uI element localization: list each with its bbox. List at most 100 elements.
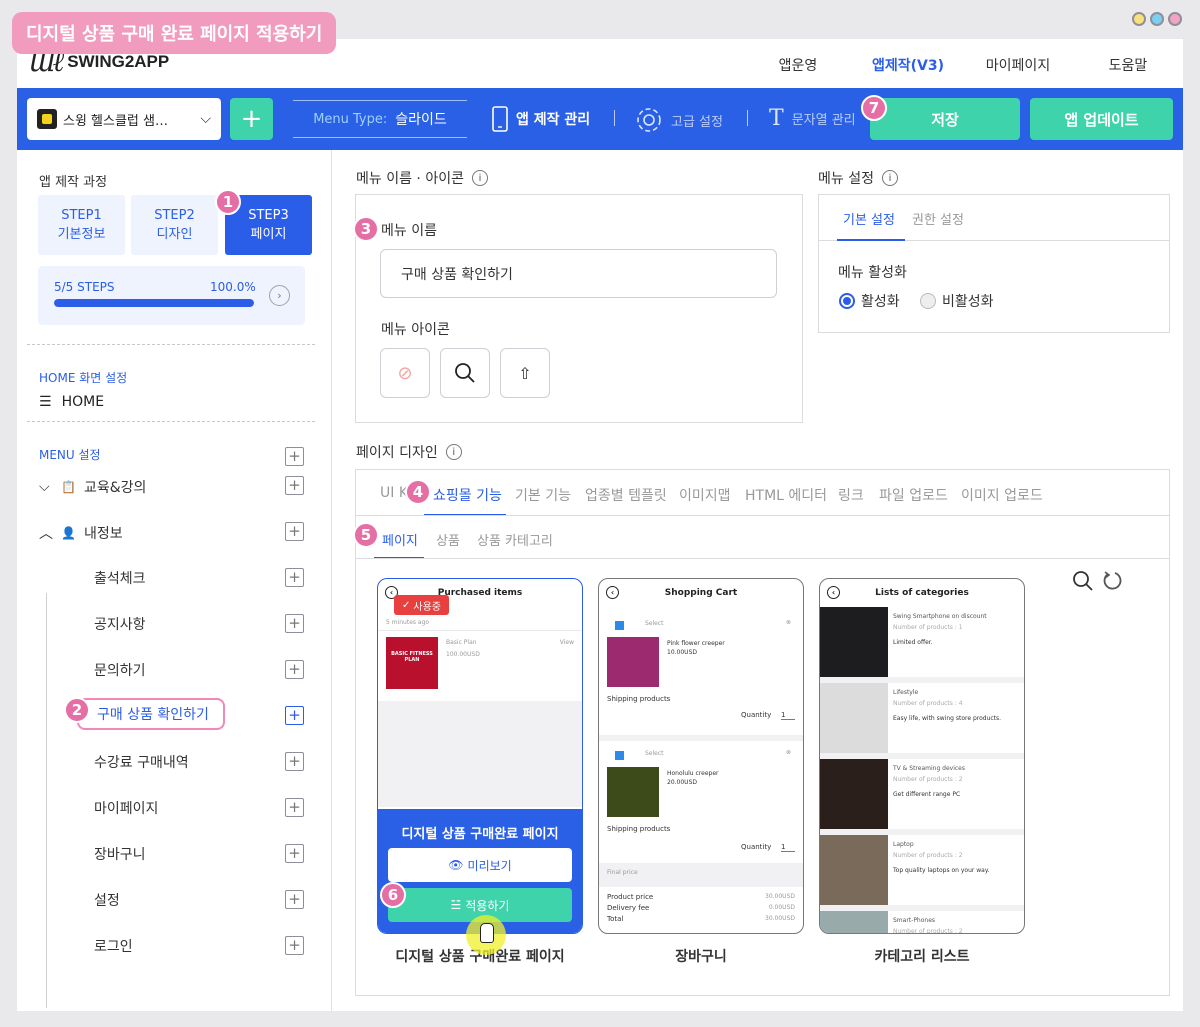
menu-icon-label: 메뉴 아이콘 (381, 322, 450, 338)
tab-file-upload[interactable]: 파일 업로드 (879, 485, 948, 505)
search-icon[interactable] (1072, 570, 1094, 592)
add-submenu-icon[interactable]: + (285, 752, 304, 771)
chevron-right-icon[interactable]: › (269, 285, 290, 306)
add-submenu-icon[interactable]: + (285, 936, 304, 955)
add-app-button[interactable]: + (230, 98, 273, 140)
tab-basic-settings[interactable]: 기본 설정 (843, 209, 895, 228)
app-manage-tab[interactable]: 앱 제작 관리 (492, 106, 590, 132)
subtab-product-category[interactable]: 상품 카테고리 (477, 530, 553, 549)
add-submenu-icon[interactable]: + (285, 568, 304, 587)
no-icon-button[interactable]: ⊘ (380, 348, 430, 398)
step1-button[interactable]: STEP1 기본정보 (38, 195, 125, 255)
step-badge-4: 4 (405, 479, 431, 505)
add-submenu-icon[interactable]: + (285, 614, 304, 633)
subtab-product[interactable]: 상품 (436, 530, 460, 549)
clipboard-icon: 📋 (61, 480, 76, 494)
add-submenu-icon[interactable]: + (285, 844, 304, 863)
template-shopping-cart[interactable]: ‹ Shopping Cart Select ⊗ Pink flower cree… (598, 578, 804, 934)
search-icon-button[interactable] (440, 348, 490, 398)
tab-image-map[interactable]: 이미지맵 (679, 485, 731, 505)
menu-name-input[interactable]: 구매 상품 확인하기 (380, 249, 777, 298)
refresh-icon[interactable] (1102, 570, 1124, 592)
tab-link[interactable]: 링크 (838, 485, 864, 505)
tab-permission-settings[interactable]: 권한 설정 (912, 209, 964, 228)
select-label: Select (645, 620, 664, 627)
category-desc: Easy life, with swing store products. (893, 715, 1002, 722)
nav-app-operation[interactable]: 앱운영 (743, 55, 853, 75)
menu-item-mypage[interactable]: 마이페이지 (94, 798, 158, 818)
nav-help[interactable]: 도움말 (1073, 55, 1183, 75)
template-category-list[interactable]: ‹ Lists of categories Swing Smartphone on… (819, 578, 1025, 934)
menu-settings-section-title: 메뉴 설정 i (818, 168, 898, 188)
preview-button[interactable]: 👁 미리보기 (388, 848, 572, 882)
category-thumbnail (820, 835, 888, 905)
gear-icon (637, 108, 661, 132)
hamburger-icon: ☰ (39, 394, 52, 410)
text-t-icon: T (769, 106, 784, 131)
menu-item-settings[interactable]: 설정 (94, 890, 120, 910)
subtab-page[interactable]: 페이지 (382, 530, 418, 549)
user-icon: 👤 (61, 526, 76, 540)
add-submenu-icon[interactable]: + (285, 798, 304, 817)
upload-icon-button[interactable]: ⇧ (500, 348, 550, 398)
window-dot-pink[interactable] (1168, 12, 1182, 26)
tab-html-editor[interactable]: HTML 에디터 (745, 485, 827, 505)
app-name: 스윙 헬스클럽 샘… (63, 113, 168, 129)
product-thumbnail: BASIC FITNESS PLAN (386, 637, 438, 689)
page-design-section-title: 페이지 디자인 i (356, 442, 462, 462)
info-icon[interactable]: i (471, 170, 488, 186)
sidebar: 앱 제작 과정 STEP1 기본정보 STEP2 디자인 STEP3 페이지 5… (17, 150, 332, 1011)
info-icon[interactable]: i (881, 170, 898, 186)
template-caption: 카테고리 리스트 (874, 949, 970, 965)
menu-item-notice[interactable]: 공지사항 (94, 614, 146, 634)
product-name: Basic Plan (446, 639, 477, 646)
add-menu-icon[interactable]: + (285, 447, 304, 466)
tab-ui-kit[interactable]: UI K (380, 485, 408, 501)
add-submenu-icon[interactable]: + (285, 890, 304, 909)
apply-icon: ☱ (450, 898, 462, 912)
app-update-button[interactable]: 앱 업데이트 (1030, 98, 1173, 140)
divider (356, 515, 1169, 516)
menu-name-panel: 메뉴 이름 구매 상품 확인하기 메뉴 아이콘 ⊘ ⇧ (355, 194, 803, 423)
menu-item-tuition-history[interactable]: 수강료 구매내역 (94, 752, 189, 772)
cursor-hand-icon (466, 915, 506, 955)
info-icon[interactable]: i (445, 444, 462, 460)
string-manage-tab[interactable]: T 문자열 관리 (769, 106, 856, 131)
add-submenu-icon[interactable]: + (285, 522, 304, 541)
add-submenu-icon[interactable]: + (285, 706, 304, 725)
menu-type-label: Menu Type: (313, 111, 388, 127)
product-name: Honolulu creeper (667, 770, 719, 777)
window-dot-yellow[interactable] (1132, 12, 1146, 26)
menu-type[interactable]: Menu Type: 슬라이드 (293, 100, 467, 138)
menu-item-login[interactable]: 로그인 (94, 936, 133, 956)
quantity-value: 1 (781, 711, 795, 720)
tab-industry-templates[interactable]: 업종별 템플릿 (585, 485, 667, 505)
advanced-settings-tab[interactable]: 고급 설정 (635, 106, 723, 134)
save-button[interactable]: 저장 (870, 98, 1020, 140)
build-process-title: 앱 제작 과정 (39, 175, 108, 190)
nav-app-build[interactable]: 앱제작(V3) (853, 55, 963, 75)
home-item[interactable]: ☰ HOME (39, 394, 104, 410)
menu-group-myinfo[interactable]: ︿ 👤 내정보 (39, 523, 123, 543)
menu-item-cart[interactable]: 장바구니 (94, 844, 146, 864)
step2-button[interactable]: STEP2 디자인 (131, 195, 218, 255)
nav-mypage[interactable]: 마이페이지 (963, 55, 1073, 75)
app-selector[interactable]: 스윙 헬스클럽 샘… ⌵ (27, 98, 221, 140)
radio-deactivate[interactable]: 비활성화 (920, 291, 994, 311)
tab-shopping-mall[interactable]: 쇼핑몰 기능 (433, 485, 502, 505)
tree-line (46, 593, 47, 1008)
progress-track (54, 299, 254, 307)
menu-item-inquiry[interactable]: 문의하기 (94, 660, 146, 680)
template-purchased-items[interactable]: ‹ Purchased items ✓ 사용중 5 minutes ago BASI… (377, 578, 583, 934)
tab-image-upload[interactable]: 이미지 업로드 (961, 485, 1043, 505)
menu-item-attendance[interactable]: 출석체크 (94, 568, 146, 588)
radio-activate[interactable]: 활성화 (839, 291, 900, 311)
add-submenu-icon[interactable]: + (285, 660, 304, 679)
tab-basic-functions[interactable]: 기본 기능 (515, 485, 571, 505)
menu-group-education[interactable]: ⌵ 📋 교육&강의 (39, 477, 146, 497)
menu-item-purchase-check[interactable]: 구매 상품 확인하기 (77, 698, 225, 730)
step-badge-7: 7 (861, 95, 887, 121)
window-dot-blue[interactable] (1150, 12, 1164, 26)
phone-title: Purchased items (437, 588, 523, 598)
add-submenu-icon[interactable]: + (285, 476, 304, 495)
